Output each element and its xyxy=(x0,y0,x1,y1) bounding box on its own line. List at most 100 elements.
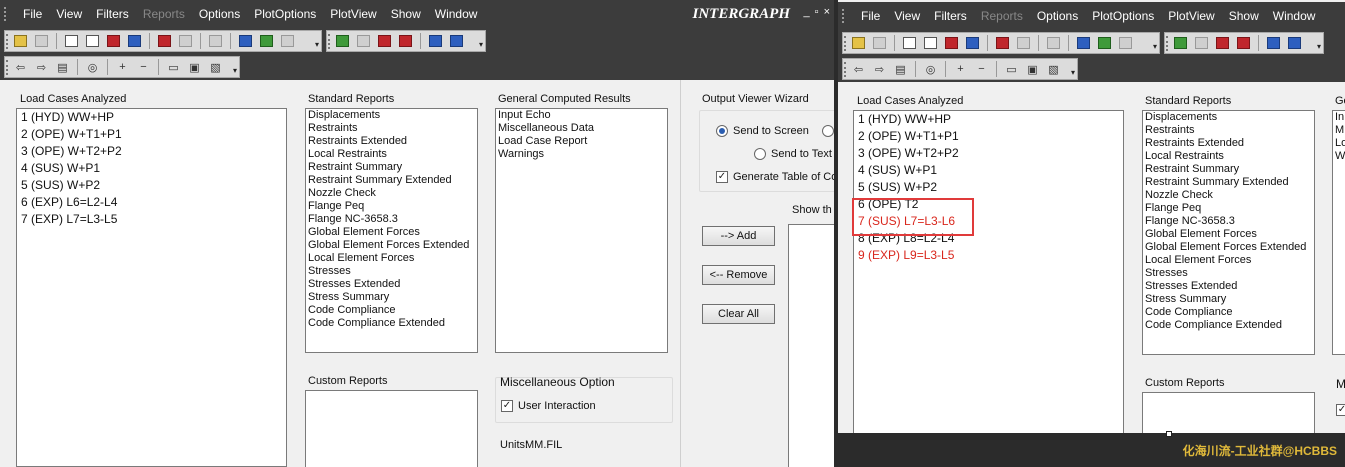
standard-report-item[interactable]: Stresses xyxy=(306,265,477,278)
standard-report-item[interactable]: Restraint Summary xyxy=(1143,163,1314,176)
close-icon[interactable]: × xyxy=(824,6,830,18)
standard-report-item[interactable]: Displacements xyxy=(1143,111,1314,124)
load-case-item[interactable]: 2 (OPE) W+T1+P1 xyxy=(17,126,286,143)
general-result-item[interactable]: Load Case Report xyxy=(496,135,667,148)
image-icon[interactable]: ▧ xyxy=(206,59,225,76)
standard-report-item[interactable]: Code Compliance xyxy=(1143,306,1314,319)
general-result-item[interactable]: M xyxy=(1333,124,1345,137)
user-interaction-checkbox[interactable]: ✓ xyxy=(1336,404,1345,416)
standard-report-item[interactable]: Stresses xyxy=(1143,267,1314,280)
word-icon[interactable] xyxy=(1074,35,1093,52)
send-to-screen-radio[interactable]: Send to Screen xyxy=(716,125,834,137)
general-result-item[interactable]: Lo xyxy=(1333,137,1345,150)
clear-all-button[interactable]: Clear All xyxy=(702,304,775,324)
load-cases-list[interactable]: 1 (HYD) WW+HP 2 (OPE) W+T1+P1 3 (OPE) W+T2… xyxy=(853,110,1124,440)
zoom-out-icon[interactable]: − xyxy=(972,61,991,78)
zoom-out-icon[interactable]: − xyxy=(134,59,153,76)
binoculars-icon[interactable]: ◎ xyxy=(921,61,940,78)
menu-filters[interactable]: Filters xyxy=(927,9,974,23)
image-icon[interactable]: ▧ xyxy=(1044,61,1063,78)
general-result-item[interactable]: Input Echo xyxy=(496,109,667,122)
standard-report-item[interactable]: Nozzle Check xyxy=(306,187,477,200)
output-reports-list[interactable] xyxy=(788,224,834,467)
menu-filters[interactable]: Filters xyxy=(89,7,136,21)
standard-report-item[interactable]: Local Restraints xyxy=(306,148,477,161)
standard-report-item[interactable]: Local Restraints xyxy=(1143,150,1314,163)
standard-report-item[interactable]: Restraints Extended xyxy=(306,135,477,148)
general-result-item[interactable]: Miscellaneous Data xyxy=(496,122,667,135)
export-icon[interactable] xyxy=(426,33,445,50)
toolbar-overflow-icon[interactable]: ▾ xyxy=(233,66,237,75)
cascade-icon[interactable]: ▣ xyxy=(185,59,204,76)
excel-icon[interactable] xyxy=(1095,35,1114,52)
load-case-item[interactable]: 4 (SUS) W+P1 xyxy=(17,160,286,177)
zoom-in-icon[interactable]: + xyxy=(951,61,970,78)
forward-arrow-icon[interactable]: ⇨ xyxy=(870,61,889,78)
open-folder-icon[interactable] xyxy=(849,35,868,52)
standard-report-item[interactable]: Global Element Forces xyxy=(1143,228,1314,241)
general-results-list[interactable]: Input Echo Miscellaneous Data Load Case Re… xyxy=(495,108,668,353)
load-case-item[interactable]: 1 (HYD) WW+HP xyxy=(854,111,1123,128)
load-cases-list[interactable]: 1 (HYD) WW+HP 2 (OPE) W+T1+P1 3 (OPE) W+T2… xyxy=(16,108,287,467)
user-interaction-checkbox[interactable]: ✓ User Interaction xyxy=(501,400,596,412)
standard-report-item[interactable]: Restraint Summary Extended xyxy=(1143,176,1314,189)
cascade-icon[interactable]: ▣ xyxy=(1023,61,1042,78)
standard-report-item[interactable]: Code Compliance Extended xyxy=(306,317,477,330)
standard-report-item[interactable]: Stresses Extended xyxy=(1143,280,1314,293)
restore-icon[interactable]: ▫ xyxy=(815,6,819,18)
save-icon[interactable] xyxy=(32,33,51,50)
menu-plotview[interactable]: PlotView xyxy=(323,7,383,21)
properties-icon[interactable] xyxy=(1285,35,1304,52)
standard-report-item[interactable]: Code Compliance Extended xyxy=(1143,319,1314,332)
monitor-icon[interactable] xyxy=(1116,35,1135,52)
menu-options[interactable]: Options xyxy=(192,7,247,21)
document-icon[interactable] xyxy=(900,35,919,52)
standard-report-item[interactable]: Flange NC-3658.3 xyxy=(1143,215,1314,228)
resize-handle[interactable] xyxy=(1166,431,1172,437)
standard-report-item[interactable]: Local Element Forces xyxy=(1143,254,1314,267)
zoom-in-icon[interactable]: + xyxy=(113,59,132,76)
delete-report-icon[interactable] xyxy=(375,33,394,50)
load-case-item[interactable]: 7 (EXP) L7=L3-L5 xyxy=(17,211,286,228)
standard-report-item[interactable]: Restraints xyxy=(1143,124,1314,137)
standard-report-item[interactable]: Global Element Forces Extended xyxy=(306,239,477,252)
standard-report-item[interactable]: Global Element Forces Extended xyxy=(1143,241,1314,254)
menu-file[interactable]: File xyxy=(854,9,887,23)
general-results-list[interactable]: InMLoW xyxy=(1332,110,1345,355)
menu-plotoptions[interactable]: PlotOptions xyxy=(247,7,323,21)
list-icon[interactable]: ▤ xyxy=(53,59,72,76)
load-case-item[interactable]: 5 (SUS) W+P2 xyxy=(854,179,1123,196)
standard-reports-list[interactable]: Displacements Restraints Restraints Extend… xyxy=(1142,110,1315,355)
standard-report-item[interactable]: Flange NC-3658.3 xyxy=(306,213,477,226)
report-red-icon[interactable] xyxy=(104,33,123,50)
standard-report-item[interactable]: Nozzle Check xyxy=(1143,189,1314,202)
standard-report-item[interactable]: Local Element Forces xyxy=(306,252,477,265)
add-button[interactable]: --> Add xyxy=(702,226,775,246)
standard-reports-list[interactable]: Displacements Restraints Restraints Extend… xyxy=(305,108,478,353)
tools-icon[interactable] xyxy=(396,33,415,50)
print-icon[interactable] xyxy=(1044,35,1063,52)
standard-report-item[interactable]: Flange Peq xyxy=(306,200,477,213)
menu-plotoptions[interactable]: PlotOptions xyxy=(1085,9,1161,23)
standard-report-item[interactable]: Stresses Extended xyxy=(306,278,477,291)
document-print-icon[interactable] xyxy=(921,35,940,52)
binoculars-icon[interactable]: ◎ xyxy=(83,59,102,76)
menu-file[interactable]: File xyxy=(16,7,49,21)
save-icon[interactable] xyxy=(870,35,889,52)
properties-icon[interactable] xyxy=(447,33,466,50)
excel-icon[interactable] xyxy=(257,33,276,50)
list-icon[interactable]: ▤ xyxy=(891,61,910,78)
toolbar-overflow-icon[interactable]: ▾ xyxy=(1071,68,1075,77)
window-icon[interactable]: ▭ xyxy=(164,59,183,76)
toolbar-overflow-icon[interactable]: ▾ xyxy=(1317,42,1321,51)
standard-report-item[interactable]: Code Compliance xyxy=(306,304,477,317)
menu-window[interactable]: Window xyxy=(1266,9,1323,23)
back-arrow-icon[interactable]: ⇦ xyxy=(849,61,868,78)
add-report-icon[interactable] xyxy=(333,33,352,50)
standard-report-item[interactable]: Displacements xyxy=(306,109,477,122)
axis-icon[interactable] xyxy=(176,33,195,50)
delete-report-icon[interactable] xyxy=(1213,35,1232,52)
print-icon[interactable] xyxy=(206,33,225,50)
general-result-item[interactable]: Warnings xyxy=(496,148,667,161)
toolbar-overflow-icon[interactable]: ▾ xyxy=(1153,42,1157,51)
